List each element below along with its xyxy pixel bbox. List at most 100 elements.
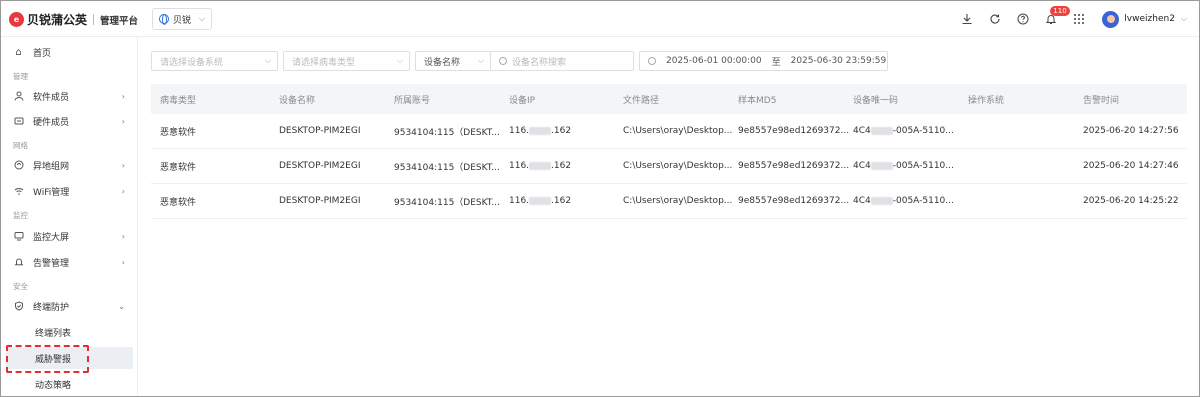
apps-grid-icon[interactable] (1072, 12, 1086, 26)
redacted-mask (870, 196, 893, 205)
clock-icon (648, 57, 656, 65)
app-window: e 贝锐蒲公英 管理平台 贝锐 ⌵ 110 lvweizhen2 ⌵ ⌂ 首页 … (0, 0, 1200, 397)
sidebar-item-software-members[interactable]: 软件成员 › (1, 85, 137, 107)
virus-type-select[interactable]: 请选择病毒类型 ⌵ (283, 51, 410, 71)
cell-virus-type: 恶意软件 (160, 197, 197, 208)
redacted-mask (529, 161, 552, 170)
date-end[interactable]: 2025-06-30 23:59:59 (791, 56, 887, 66)
table-row[interactable]: 恶意软件 DESKTOP-PIM2EGI 9534104:115（DESKT..… (151, 114, 1187, 149)
cell-device-name: DESKTOP-PIM2EGI (279, 126, 361, 136)
chevron-right-icon: › (121, 116, 125, 126)
cell-file-path: C:\Users\oray\Desktop... (623, 196, 733, 206)
col-md5: 样本MD5 (738, 95, 777, 106)
avatar[interactable] (1102, 10, 1120, 28)
logo-icon: e (9, 12, 24, 27)
chevron-down-icon: ⌵ (477, 56, 484, 65)
cell-virus-type: 恶意软件 (160, 127, 197, 138)
cell-md5: 9e8557e98ed1269372... (738, 161, 850, 171)
sidebar-item-dynamic-policy[interactable]: 动态策略 (6, 373, 133, 395)
chevron-down-icon[interactable]: ⌵ (1181, 14, 1187, 24)
cell-device-ip: 116. .162 (509, 161, 571, 171)
ip-prefix: 116. (509, 126, 530, 136)
chevron-down-icon: ⌵ (264, 56, 271, 65)
sidebar-item-label: 终端防护 (33, 302, 70, 313)
date-range-picker[interactable]: 2025-06-01 00:00:00 至 2025-06-30 23:59:5… (639, 51, 888, 71)
chevron-down-icon: ⌵ (396, 56, 403, 65)
sidebar-item-label: 异地组网 (33, 161, 70, 172)
bell-icon[interactable]: 110 (1044, 6, 1070, 26)
ip-prefix: 116. (509, 161, 530, 171)
notification-badge: 110 (1050, 6, 1070, 16)
top-actions: 110 lvweizhen2 ⌵ (953, 1, 1199, 37)
sidebar-item-label: 终端列表 (35, 328, 72, 339)
sidebar-item-label: 首页 (33, 48, 52, 59)
table-row[interactable]: 恶意软件 DESKTOP-PIM2EGI 9534104:115（DESKT..… (151, 149, 1187, 184)
redacted-mask (870, 126, 893, 135)
date-start[interactable]: 2025-06-01 00:00:00 (666, 56, 762, 66)
chevron-right-icon: › (121, 160, 125, 170)
col-alert-time: 告警时间 (1083, 95, 1120, 106)
device-icon (13, 116, 24, 127)
device-system-select[interactable]: 请选择设备系统 ⌵ (151, 51, 278, 71)
cell-device-uid: 4C4 -005A-5110... (853, 196, 954, 206)
col-device-name: 设备名称 (279, 95, 316, 106)
bell-icon (13, 257, 24, 268)
chevron-right-icon: › (121, 91, 125, 101)
sidebar-item-endpoint-list[interactable]: 终端列表 (6, 321, 133, 343)
cell-md5: 9e8557e98ed1269372... (738, 126, 850, 136)
cell-device-name: DESKTOP-PIM2EGI (279, 196, 361, 206)
uid-suffix: -005A-5110... (892, 126, 954, 136)
cell-device-uid: 4C4 -005A-5110... (853, 126, 954, 136)
brand-logo[interactable]: e 贝锐蒲公英 管理平台 (9, 11, 138, 28)
sidebar-item-monitor-screen[interactable]: 监控大屏 › (1, 225, 137, 247)
ip-suffix: .162 (551, 126, 572, 136)
download-icon[interactable] (960, 12, 974, 26)
col-device-uid: 设备唯一码 (853, 95, 899, 106)
shield-icon (13, 301, 24, 312)
cell-alert-time: 2025-06-20 14:27:56 (1083, 126, 1179, 136)
logo-divider (93, 14, 95, 25)
redacted-mask (529, 126, 552, 135)
uid-suffix: -005A-5110... (892, 161, 954, 171)
col-os: 操作系统 (968, 95, 1005, 106)
uid-prefix: 4C4 (853, 196, 871, 206)
cell-file-path: C:\Users\oray\Desktop... (623, 126, 733, 136)
col-account: 所属账号 (394, 95, 431, 106)
org-selector[interactable]: 贝锐 ⌵ (152, 8, 212, 30)
brand-name: 贝锐蒲公英 (27, 13, 88, 27)
redacted-mask (529, 196, 552, 205)
sidebar-item-home[interactable]: ⌂ 首页 (1, 41, 137, 63)
ip-suffix: .162 (551, 196, 572, 206)
redacted-mask (870, 161, 893, 170)
home-icon: ⌂ (15, 46, 22, 58)
sidebar-item-hardware-members[interactable]: 硬件成员 › (1, 110, 137, 132)
sidebar-group-security: 安全 (13, 282, 28, 291)
virus-type-placeholder: 请选择病毒类型 (292, 57, 356, 68)
chevron-down-icon: ⌄ (118, 301, 125, 311)
refresh-icon[interactable] (988, 12, 1002, 26)
network-icon (13, 160, 24, 171)
cell-account: 9534104:115（DESKT... (394, 127, 500, 138)
search-field-select[interactable]: 设备名称 ⌵ (415, 51, 491, 71)
sidebar-item-remote-network[interactable]: 异地组网 › (1, 154, 137, 176)
chevron-right-icon: › (121, 231, 125, 241)
chevron-right-icon: › (121, 257, 125, 267)
user-icon (13, 91, 24, 102)
cell-file-path: C:\Users\oray\Desktop... (623, 161, 733, 171)
help-icon[interactable] (1016, 12, 1030, 26)
search-input[interactable]: 设备名称搜索 (490, 51, 634, 71)
org-selector-label: 贝锐 (173, 15, 192, 26)
top-bar: e 贝锐蒲公英 管理平台 贝锐 ⌵ 110 lvweizhen2 ⌵ (1, 1, 1199, 37)
device-system-placeholder: 请选择设备系统 (160, 57, 224, 68)
sidebar-item-endpoint-protection[interactable]: 终端防护 ⌄ (1, 295, 137, 317)
sidebar-item-label: 告警管理 (33, 258, 70, 269)
sidebar-item-wifi[interactable]: WiFi管理 › (1, 180, 137, 202)
username[interactable]: lvweizhen2 (1124, 14, 1175, 24)
cell-virus-type: 恶意软件 (160, 162, 197, 173)
search-placeholder: 设备名称搜索 (512, 57, 567, 68)
date-separator: 至 (771, 57, 781, 68)
sidebar-item-alert-manage[interactable]: 告警管理 › (1, 251, 137, 273)
col-virus-type: 病毒类型 (160, 95, 197, 106)
table-row[interactable]: 恶意软件 DESKTOP-PIM2EGI 9534104:115（DESKT..… (151, 184, 1187, 219)
cell-alert-time: 2025-06-20 14:25:22 (1083, 196, 1179, 206)
